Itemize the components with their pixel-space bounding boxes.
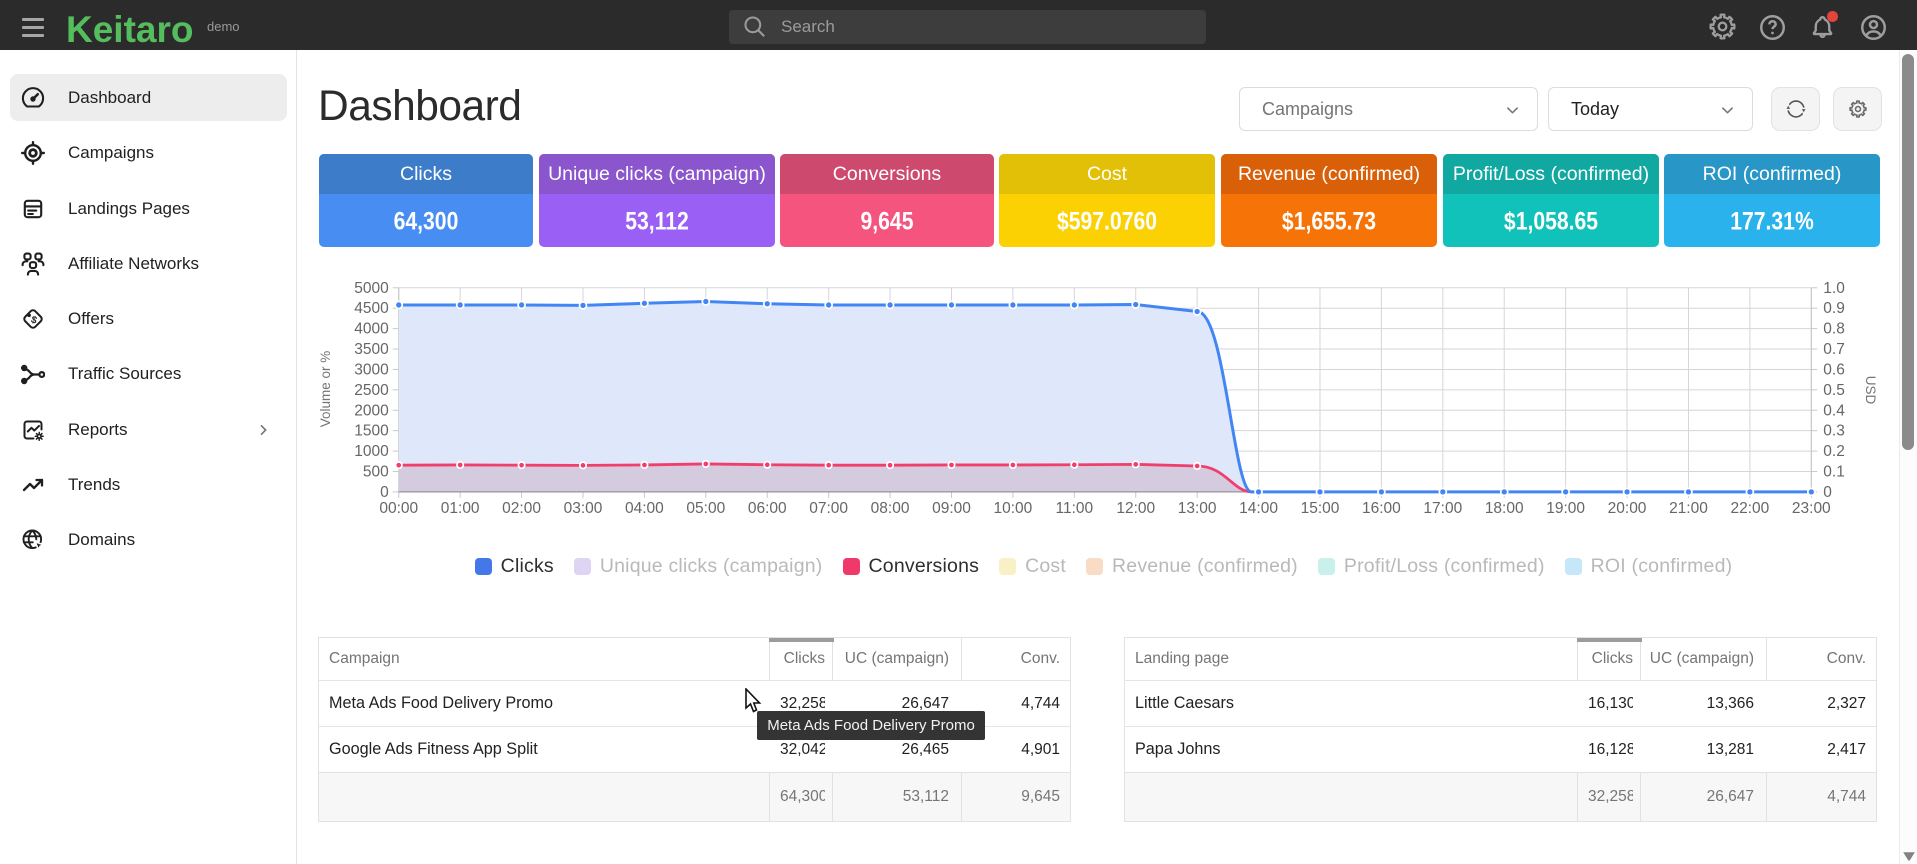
svg-text:20:00: 20:00 <box>1608 500 1647 517</box>
svg-text:21:00: 21:00 <box>1669 500 1708 517</box>
svg-text:03:00: 03:00 <box>564 500 603 517</box>
svg-text:07:00: 07:00 <box>809 500 848 517</box>
svg-text:5000: 5000 <box>354 280 389 297</box>
svg-text:500: 500 <box>363 463 389 480</box>
svg-text:0.7: 0.7 <box>1823 341 1845 358</box>
svg-text:12:00: 12:00 <box>1116 500 1155 517</box>
svg-text:1500: 1500 <box>354 423 389 440</box>
svg-text:0: 0 <box>1823 484 1832 501</box>
svg-text:11:00: 11:00 <box>1055 500 1093 517</box>
svg-text:3500: 3500 <box>354 341 389 358</box>
svg-text:18:00: 18:00 <box>1485 500 1524 517</box>
svg-text:23:00: 23:00 <box>1792 500 1831 517</box>
svg-text:19:00: 19:00 <box>1546 500 1585 517</box>
svg-text:0.9: 0.9 <box>1823 300 1845 317</box>
svg-text:1000: 1000 <box>354 443 389 460</box>
svg-text:14:00: 14:00 <box>1239 500 1278 517</box>
svg-text:0.8: 0.8 <box>1823 321 1845 338</box>
svg-text:3000: 3000 <box>354 361 389 378</box>
svg-text:00:00: 00:00 <box>379 500 418 517</box>
svg-text:0.6: 0.6 <box>1823 361 1845 378</box>
svg-text:16:00: 16:00 <box>1362 500 1401 517</box>
svg-text:0.4: 0.4 <box>1823 402 1845 419</box>
svg-text:05:00: 05:00 <box>686 500 725 517</box>
svg-text:02:00: 02:00 <box>502 500 541 517</box>
svg-text:2000: 2000 <box>354 402 389 419</box>
svg-text:08:00: 08:00 <box>871 500 910 517</box>
svg-text:17:00: 17:00 <box>1423 500 1462 517</box>
svg-text:4500: 4500 <box>354 300 389 317</box>
svg-text:13:00: 13:00 <box>1178 500 1217 517</box>
svg-text:1.0: 1.0 <box>1823 280 1845 297</box>
svg-text:06:00: 06:00 <box>748 500 787 517</box>
svg-text:04:00: 04:00 <box>625 500 664 517</box>
svg-text:0: 0 <box>380 484 389 501</box>
svg-text:15:00: 15:00 <box>1301 500 1340 517</box>
svg-text:01:00: 01:00 <box>441 500 480 517</box>
svg-text:2500: 2500 <box>354 382 389 399</box>
svg-text:0.5: 0.5 <box>1823 382 1845 399</box>
svg-text:0.2: 0.2 <box>1823 443 1845 460</box>
svg-text:Volume or %: Volume or % <box>318 351 333 428</box>
svg-text:10:00: 10:00 <box>994 500 1033 517</box>
svg-text:09:00: 09:00 <box>932 500 971 517</box>
svg-text:4000: 4000 <box>354 321 389 338</box>
svg-text:0.1: 0.1 <box>1823 463 1845 480</box>
svg-text:0.3: 0.3 <box>1823 423 1845 440</box>
svg-text:22:00: 22:00 <box>1730 500 1769 517</box>
svg-text:USD: USD <box>1863 376 1878 405</box>
